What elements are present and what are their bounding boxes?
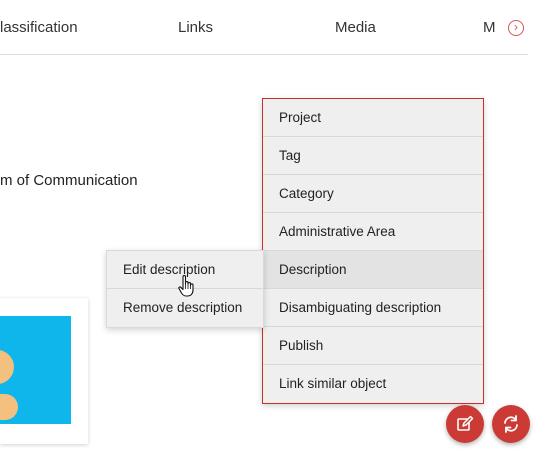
tab-more-truncated[interactable]: M xyxy=(483,19,496,36)
edit-button[interactable] xyxy=(446,405,484,443)
avatar-head-shape xyxy=(0,350,14,384)
avatar-body-shape xyxy=(0,394,18,420)
tab-bar: lassification Links Media M › xyxy=(0,0,528,55)
menu-item-category[interactable]: Category xyxy=(263,175,483,213)
context-menu: Project Tag Category Administrative Area… xyxy=(262,98,484,404)
menu-item-publish[interactable]: Publish xyxy=(263,327,483,365)
sync-button[interactable] xyxy=(492,405,530,443)
description-submenu: Edit description Remove description xyxy=(106,250,264,328)
tab-classification[interactable]: lassification xyxy=(0,19,78,36)
menu-item-administrative-area[interactable]: Administrative Area xyxy=(263,213,483,251)
sync-icon xyxy=(504,415,518,433)
media-card[interactable] xyxy=(0,298,88,444)
tab-links[interactable]: Links xyxy=(178,19,213,36)
submenu-item-remove-description[interactable]: Remove description xyxy=(107,289,263,327)
tab-media[interactable]: Media xyxy=(335,19,376,36)
menu-item-tag[interactable]: Tag xyxy=(263,137,483,175)
card-image xyxy=(0,316,71,424)
menu-item-description[interactable]: Description xyxy=(263,251,483,289)
submenu-item-edit-description[interactable]: Edit description xyxy=(107,251,263,289)
menu-item-project[interactable]: Project xyxy=(263,99,483,137)
edit-icon xyxy=(457,415,474,431)
menu-item-disambiguating-description[interactable]: Disambiguating description xyxy=(263,289,483,327)
chevron-right-circle-icon[interactable]: › xyxy=(508,20,524,36)
menu-item-link-similar-object[interactable]: Link similar object xyxy=(263,365,483,403)
description-text: m of Communication xyxy=(0,172,138,189)
